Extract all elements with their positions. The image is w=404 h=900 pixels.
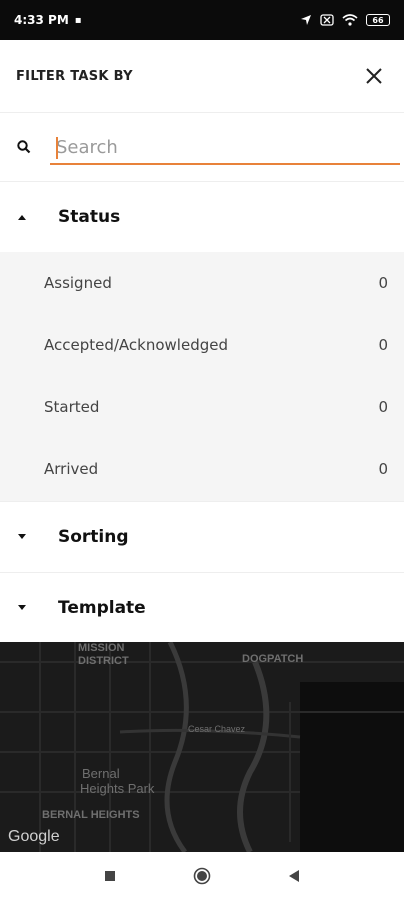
status-item-count: 0 [378,460,388,478]
text-cursor [56,137,58,159]
status-item-assigned[interactable]: Assigned 0 [0,252,404,314]
status-item-count: 0 [378,274,388,292]
status-list: Assigned 0 Accepted/Acknowledged 0 Start… [0,252,404,501]
expand-icon [16,602,28,614]
status-bar: 4:33 PM ▪ 66 [0,0,404,40]
status-item-count: 0 [378,398,388,416]
circle-icon [193,867,211,885]
close-button[interactable] [360,62,388,90]
back-triangle-icon [289,870,299,882]
map-label: Heights Park [80,781,155,796]
section-sorting-header[interactable]: Sorting [0,501,404,571]
section-title: Sorting [58,526,129,547]
square-icon [105,871,115,881]
section-title: Template [58,597,146,618]
status-item-label: Arrived [44,460,99,478]
map-label: BERNAL HEIGHTS [42,809,140,821]
location-icon [301,15,311,25]
status-item-count: 0 [378,336,388,354]
section-template-header[interactable]: Template [0,572,404,642]
page-title: FILTER TASK BY [16,68,133,84]
expand-icon [16,531,28,543]
map-label: DISTRICT [78,655,129,667]
map-label: Cesar Chavez [188,724,246,734]
system-nav-bar [0,852,404,900]
filter-header: FILTER TASK BY [0,40,404,112]
status-item-label: Started [44,398,100,416]
home-button[interactable] [192,866,212,886]
wifi-icon [342,14,358,26]
search-icon [17,140,31,154]
status-time: 4:33 PM [14,13,69,27]
status-icons: 66 [300,14,390,26]
battery-icon: 66 [366,14,390,26]
notification-icon: ▪ [74,14,82,26]
back-button[interactable] [284,866,304,886]
search-row [0,112,404,182]
section-title: Status [58,207,121,227]
map-view[interactable]: MISSION DISTRICT DOGPATCH Cesar Chavez B… [0,642,404,852]
collapse-icon [16,211,28,223]
google-attribution: Google [8,828,60,845]
recents-button[interactable] [100,866,120,886]
status-item-label: Accepted/Acknowledged [44,336,228,354]
map-label: Bernal [82,766,120,781]
map-label: MISSION [78,642,125,654]
status-item-arrived[interactable]: Arrived 0 [0,438,404,500]
no-sim-icon [320,14,334,26]
status-item-accepted[interactable]: Accepted/Acknowledged 0 [0,314,404,376]
search-field[interactable] [50,131,400,165]
close-icon [366,68,382,84]
search-input[interactable] [50,131,400,163]
status-item-started[interactable]: Started 0 [0,376,404,438]
status-item-label: Assigned [44,274,112,292]
section-status-header[interactable]: Status [0,182,404,252]
map-label: DOGPATCH [242,653,304,665]
battery-level: 66 [372,15,384,25]
